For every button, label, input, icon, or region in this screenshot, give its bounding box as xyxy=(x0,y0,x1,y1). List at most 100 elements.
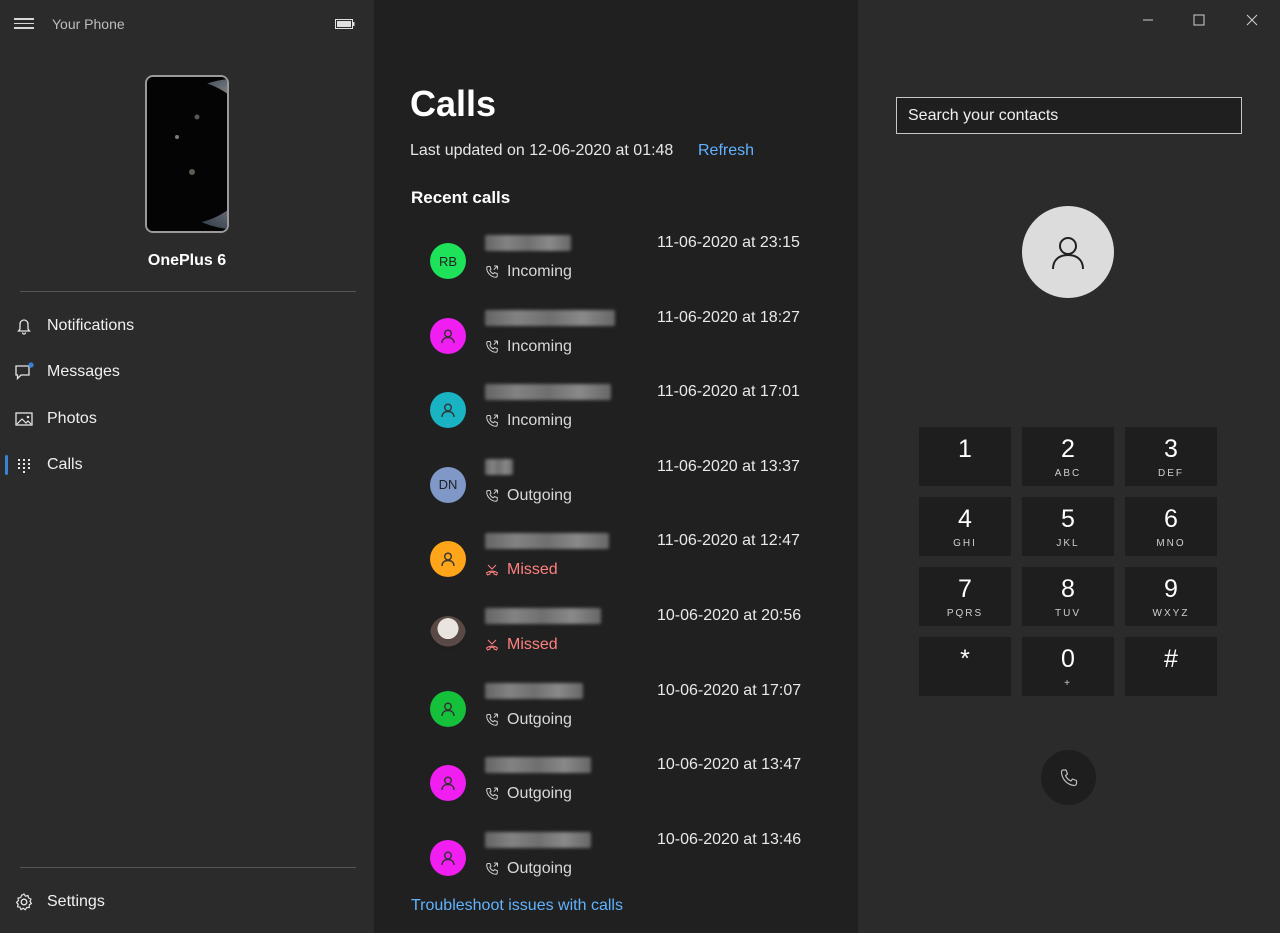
divider xyxy=(20,867,356,868)
sidebar-item-settings[interactable]: Settings xyxy=(0,882,374,922)
caller-avatar xyxy=(430,541,466,578)
dialpad-key-letters: JKL xyxy=(1056,538,1080,549)
sidebar-item-photos[interactable]: Photos xyxy=(0,399,374,439)
call-type: Outgoing xyxy=(485,487,572,505)
sidebar-item-label: Notifications xyxy=(47,317,135,334)
hamburger-menu-icon[interactable] xyxy=(14,15,34,31)
calls-pane: Calls Last updated on 12-06-2020 at 01:4… xyxy=(374,0,858,933)
call-row[interactable]: RB 11-06-2020 at 23:15 Incoming xyxy=(410,233,830,305)
dialer-pane: 12ABC3DEF4GHI5JKL6MNO7PQRS8TUV9WXYZ*0+# xyxy=(858,0,1280,933)
call-row[interactable]: 10-06-2020 at 17:07 Outgoing xyxy=(410,681,830,753)
dialpad-key-letters: + xyxy=(1064,678,1072,689)
call-row[interactable]: 10-06-2020 at 13:47 Outgoing xyxy=(410,755,830,827)
dialpad-key-letters: WXYZ xyxy=(1152,608,1190,619)
caller-avatar xyxy=(430,317,466,354)
call-type: Missed xyxy=(485,636,558,654)
dialpad-key-letters: TUV xyxy=(1055,608,1081,619)
dialpad-key-digit: 8 xyxy=(1061,575,1075,603)
sidebar-item-label: Messages xyxy=(47,363,120,380)
call-type: Incoming xyxy=(485,263,572,281)
dialpad-key[interactable]: 2 ABC xyxy=(1022,427,1114,486)
phone-name: OnePlus 6 xyxy=(147,252,227,269)
call-button[interactable] xyxy=(1041,750,1096,805)
call-timestamp: 11-06-2020 at 17:01 xyxy=(657,383,800,401)
page-title: Calls xyxy=(410,83,497,124)
call-type-label: Outgoing xyxy=(507,859,572,877)
maximize-button[interactable] xyxy=(1187,8,1211,32)
dialpad-key-digit: # xyxy=(1164,645,1178,673)
sidebar-item-notifications[interactable]: Notifications xyxy=(0,306,374,346)
call-row[interactable]: 11-06-2020 at 12:47 Missed xyxy=(410,531,830,603)
missed-call-icon xyxy=(485,639,499,651)
call-timestamp: 11-06-2020 at 12:47 xyxy=(657,532,800,550)
troubleshoot-link[interactable]: Troubleshoot issues with calls xyxy=(411,897,623,915)
call-type: Missed xyxy=(485,561,558,579)
dialpad-key-digit: 1 xyxy=(958,435,972,463)
gear-icon xyxy=(15,893,33,911)
call-row[interactable]: 10-06-2020 at 13:46 Outgoing xyxy=(410,830,830,902)
caller-name-redacted xyxy=(485,831,591,848)
close-icon xyxy=(1246,14,1258,26)
dialpad-key-digit: 6 xyxy=(1164,505,1178,533)
dialpad-key-digit: 9 xyxy=(1164,575,1178,603)
dialpad-key[interactable]: 6 MNO xyxy=(1125,497,1217,556)
refresh-link[interactable]: Refresh xyxy=(698,142,754,160)
dialpad-key-digit: 3 xyxy=(1164,435,1178,463)
person-icon xyxy=(1052,237,1084,270)
dialpad-key-digit: 2 xyxy=(1061,435,1075,463)
bell-icon xyxy=(17,319,31,335)
divider xyxy=(20,291,356,292)
dialpad-key-letters: GHI xyxy=(953,538,977,549)
dialpad-key-digit: 5 xyxy=(1061,505,1075,533)
caller-name-redacted xyxy=(485,533,609,550)
call-type-label: Incoming xyxy=(507,412,572,430)
call-type-label: Incoming xyxy=(507,337,572,355)
caller-name-redacted xyxy=(485,384,611,401)
dialpad-key[interactable]: 8 TUV xyxy=(1022,567,1114,626)
dialpad-key[interactable]: 1 xyxy=(919,427,1011,486)
caller-avatar xyxy=(430,839,466,876)
person-icon xyxy=(441,403,455,418)
dialpad-key[interactable]: 7 PQRS xyxy=(919,567,1011,626)
dialpad-key[interactable]: # xyxy=(1125,637,1217,696)
call-row[interactable]: DN 11-06-2020 at 13:37 Outgoing xyxy=(410,457,830,529)
dialpad-key[interactable]: 0 + xyxy=(1022,637,1114,696)
call-timestamp: 11-06-2020 at 13:37 xyxy=(657,457,800,475)
dialpad-key[interactable]: * xyxy=(919,637,1011,696)
caller-name-redacted xyxy=(485,309,615,326)
dialpad-key-digit: 0 xyxy=(1061,645,1075,673)
call-row[interactable]: 10-06-2020 at 20:56 Missed xyxy=(410,606,830,678)
caller-name-redacted xyxy=(485,235,571,251)
call-timestamp: 10-06-2020 at 17:07 xyxy=(657,681,802,699)
caller-initials: RB xyxy=(438,253,458,269)
close-button[interactable] xyxy=(1240,8,1264,32)
call-type: Incoming xyxy=(485,338,572,356)
dialpad-key[interactable]: 5 JKL xyxy=(1022,497,1114,556)
sidebar-item-messages[interactable]: Messages xyxy=(0,352,374,392)
call-type-label: Missed xyxy=(507,636,558,653)
caller-avatar xyxy=(430,765,466,802)
call-type: Outgoing xyxy=(485,785,572,803)
dialpad-key-letters: MNO xyxy=(1156,538,1186,549)
incoming-call-icon xyxy=(486,340,498,353)
contact-search-input[interactable] xyxy=(896,97,1242,134)
call-row[interactable]: 11-06-2020 at 17:01 Incoming xyxy=(410,382,830,454)
photos-icon xyxy=(15,412,33,426)
dialpad-key[interactable]: 9 WXYZ xyxy=(1125,567,1217,626)
incoming-call-icon xyxy=(486,862,498,875)
caller-avatar xyxy=(430,690,466,727)
call-row[interactable]: 11-06-2020 at 18:27 Incoming xyxy=(410,308,830,380)
dialpad-key[interactable]: 3 DEF xyxy=(1125,427,1217,486)
contact-avatar xyxy=(1022,206,1114,298)
caller-avatar xyxy=(430,392,466,429)
minimize-button[interactable] xyxy=(1136,8,1160,32)
sidebar-item-label: Photos xyxy=(47,410,97,427)
call-type-label: Outgoing xyxy=(507,486,572,504)
caller-avatar: DN xyxy=(430,466,466,503)
dialpad-key[interactable]: 4 GHI xyxy=(919,497,1011,556)
sidebar-item-calls[interactable]: Calls xyxy=(0,445,374,485)
minimize-icon xyxy=(1143,19,1153,21)
sidebar-item-label: Calls xyxy=(47,456,83,473)
caller-name-redacted xyxy=(485,608,601,624)
caller-name-redacted xyxy=(485,682,583,699)
